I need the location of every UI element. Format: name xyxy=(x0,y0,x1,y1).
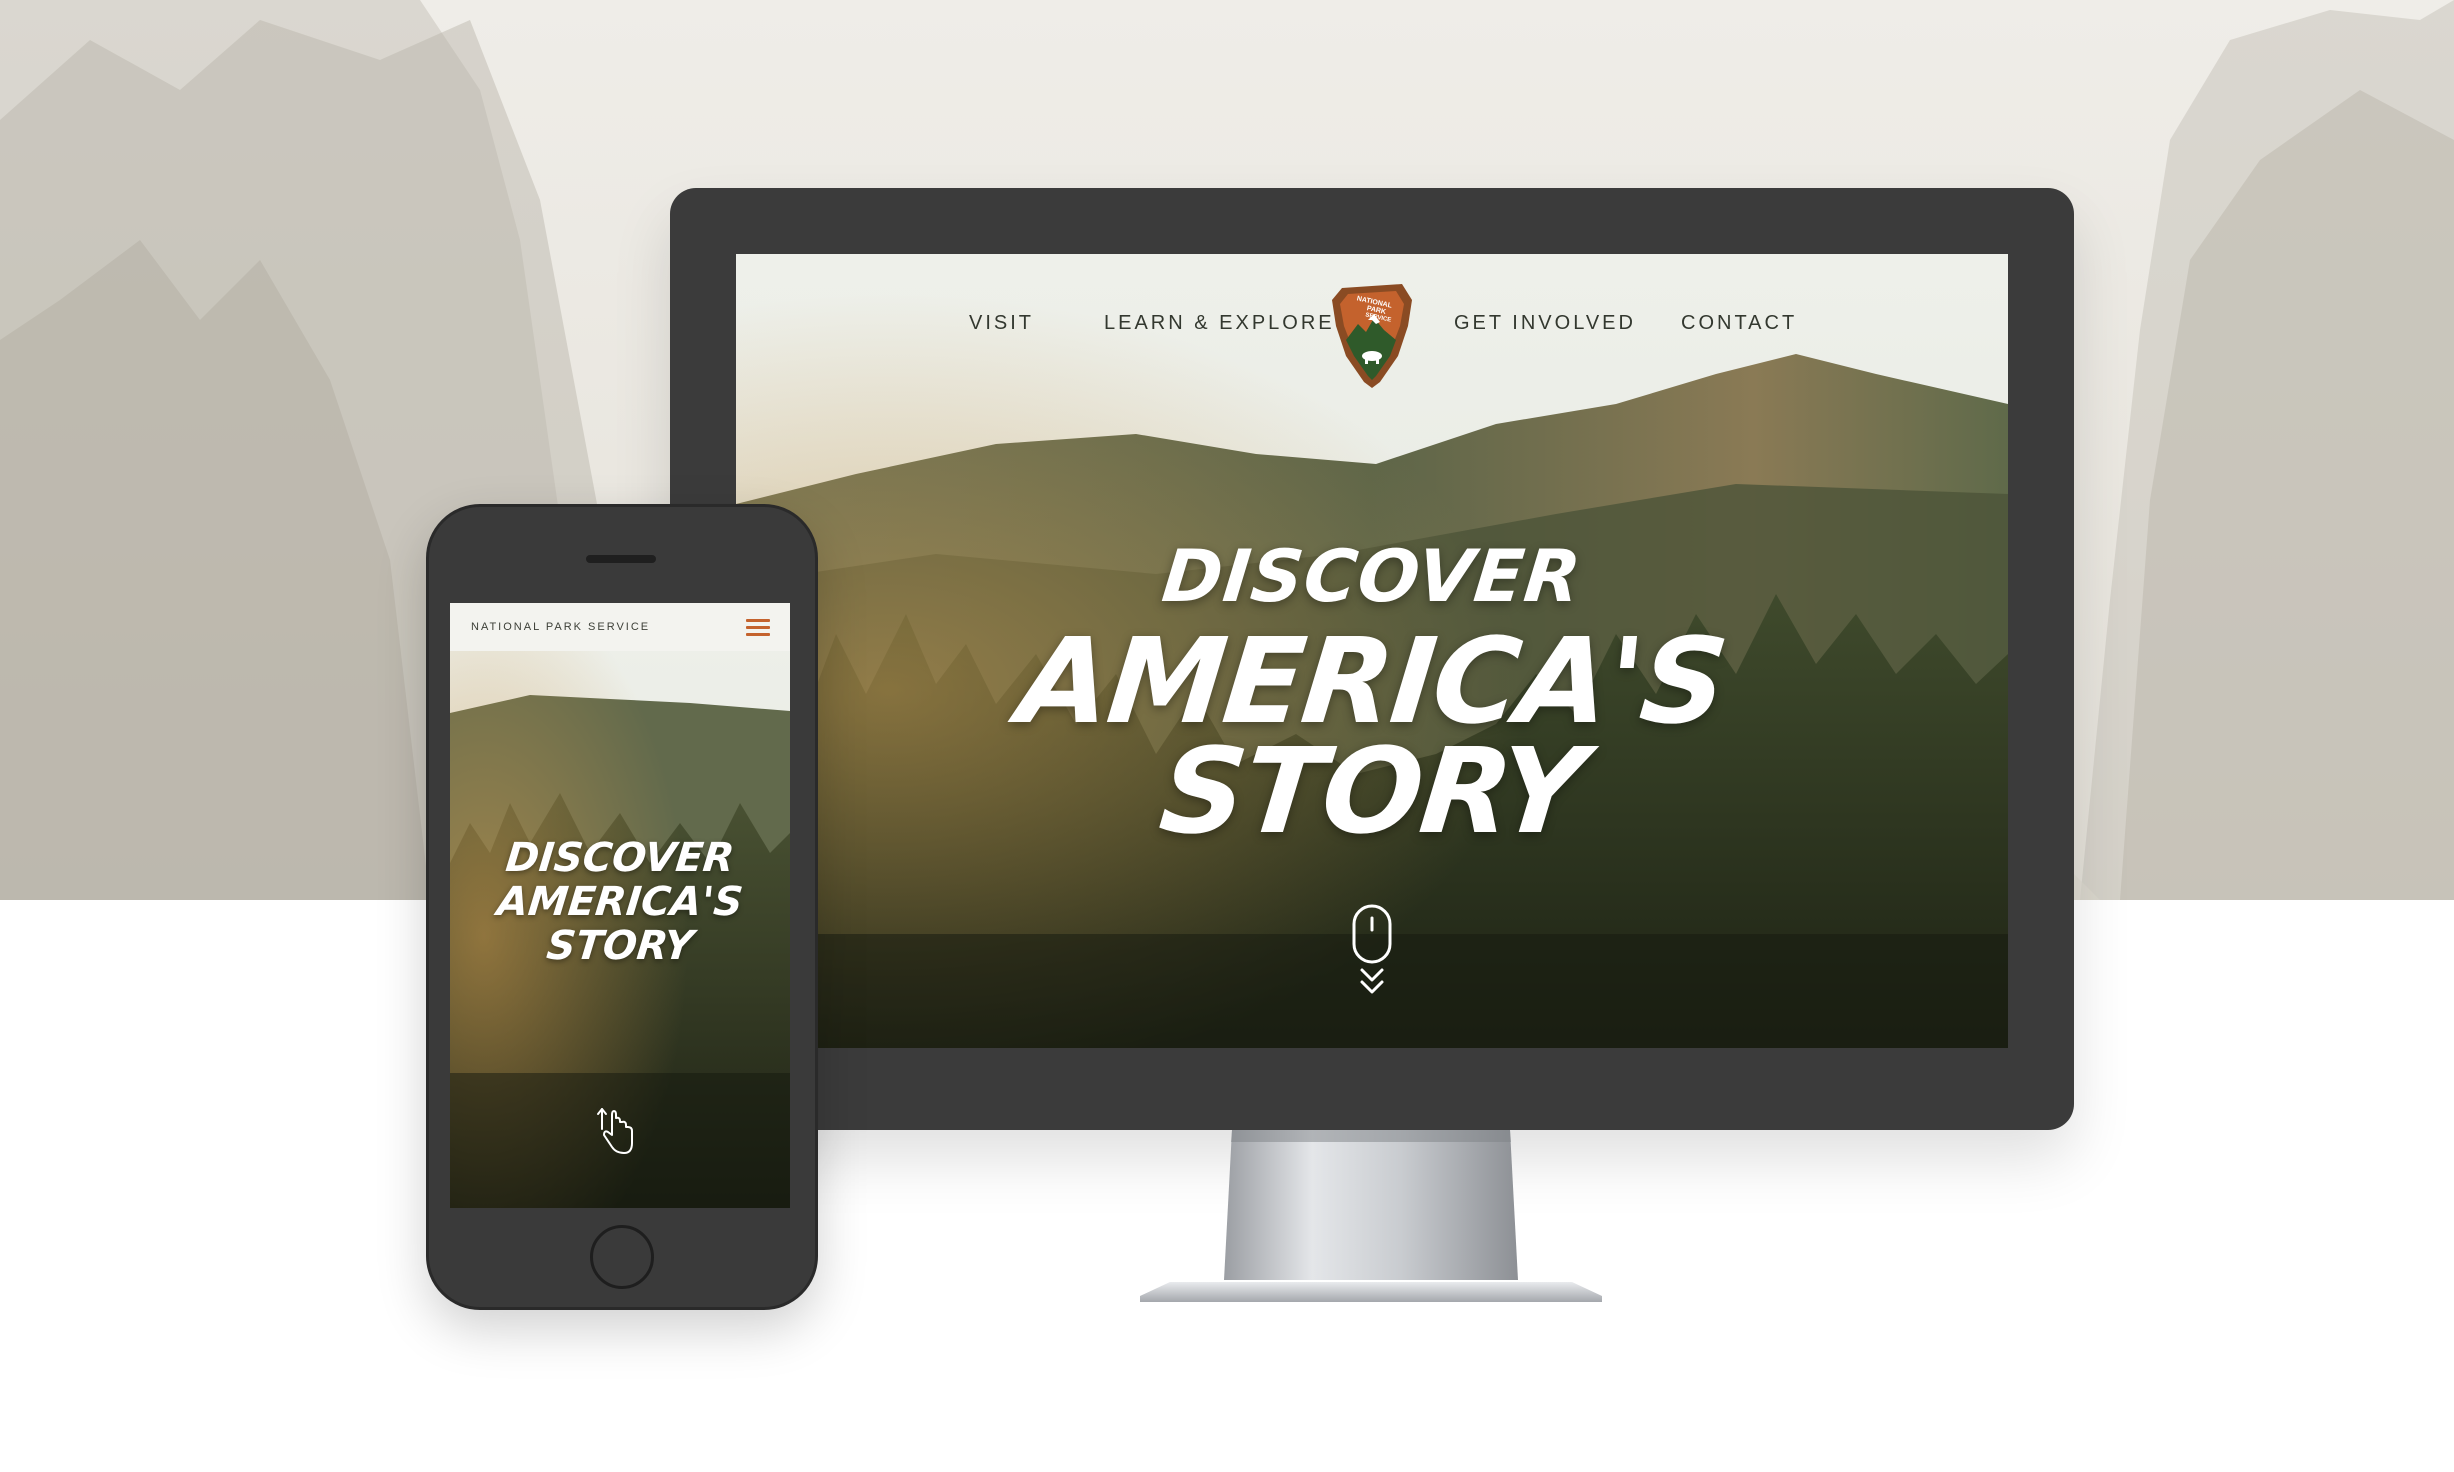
phone-home-button[interactable] xyxy=(590,1225,654,1289)
desktop-screen: VISIT LEARN & EXPLORE NATIONAL PARK SERV… xyxy=(736,254,2008,1048)
mobile-hero-line-1: Discover xyxy=(503,835,737,881)
mobile-phone: NATIONAL PARK SERVICE Discover America's… xyxy=(426,504,818,1310)
monitor-base xyxy=(1140,1282,1602,1302)
desktop-monitor: VISIT LEARN & EXPLORE NATIONAL PARK SERV… xyxy=(670,188,2074,1130)
mobile-hero-line-3: Story xyxy=(544,923,696,969)
mobile-hero-line-2: America's xyxy=(495,879,745,925)
mouse-scroll-icon[interactable] xyxy=(1350,904,1394,1000)
monitor-stand xyxy=(1224,1130,1518,1280)
hamburger-menu-icon[interactable] xyxy=(746,617,772,637)
phone-speaker xyxy=(586,555,656,563)
swipe-up-hand-icon[interactable] xyxy=(596,1105,636,1157)
hero-title-line-3: Story xyxy=(1154,722,1590,860)
mobile-screen: NATIONAL PARK SERVICE Discover America's… xyxy=(450,603,790,1208)
hero-title-line-1: Discover xyxy=(1158,534,1586,618)
mobile-brand-title[interactable]: NATIONAL PARK SERVICE xyxy=(471,621,650,633)
desktop-hero: Discover America's Story xyxy=(736,254,2008,1048)
